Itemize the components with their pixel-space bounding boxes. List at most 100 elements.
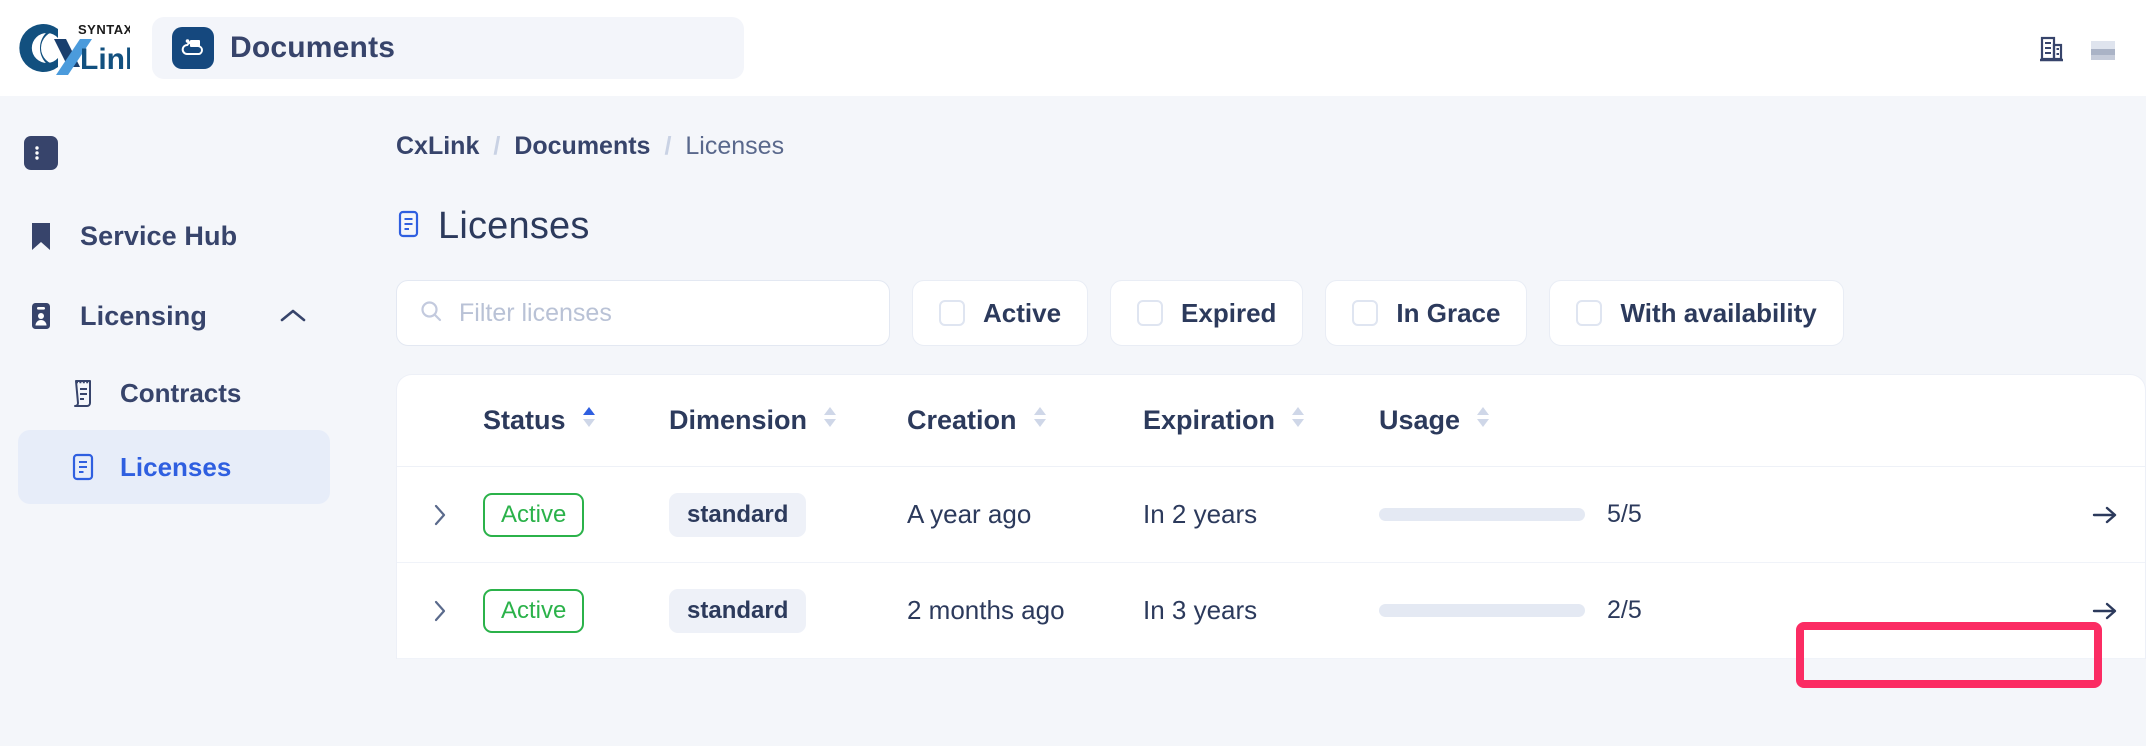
row-dimension-cell: standard (669, 493, 907, 537)
svg-text:Link: Link (80, 43, 130, 76)
table-row[interactable]: Active standard 2 months ago In 3 years (397, 563, 2145, 659)
filter-checkbox-with-availability[interactable]: With availability (1549, 280, 1843, 346)
row-status-cell: Active (483, 493, 669, 537)
table-header-label: Status (483, 405, 566, 436)
usage-value: 2/5 (1607, 596, 1642, 625)
top-bar: SYNTAX Link Documents (0, 0, 2146, 96)
table-header-creation[interactable]: Creation (907, 403, 1143, 438)
expiration-value: In 3 years (1143, 595, 1257, 625)
search-icon (419, 299, 443, 328)
table-header-label: Creation (907, 405, 1017, 436)
sidebar-item-label: Service Hub (80, 221, 237, 252)
expiration-value: In 2 years (1143, 499, 1257, 529)
svg-text:SYNTAX: SYNTAX (78, 22, 130, 37)
row-expand-toggle[interactable] (397, 500, 483, 530)
body-region: Service Hub Licensing (0, 96, 2146, 746)
contract-icon (66, 376, 100, 410)
row-expiration-cell: In 2 years (1143, 499, 1379, 530)
row-status-cell: Active (483, 589, 669, 633)
table-header-status[interactable]: Status (483, 403, 669, 438)
filter-label: Active (983, 298, 1061, 329)
sort-icon[interactable] (819, 403, 841, 438)
panel-icon[interactable] (2086, 31, 2120, 65)
search-placeholder: Filter licenses (459, 299, 612, 328)
filter-checkbox-in-grace[interactable]: In Grace (1325, 280, 1527, 346)
filter-checkbox-active[interactable]: Active (912, 280, 1088, 346)
table-header-label: Usage (1379, 405, 1460, 436)
documents-cloud-icon (172, 27, 214, 69)
menu-toggle-icon[interactable] (24, 136, 58, 170)
sidebar-item-service-hub[interactable]: Service Hub (0, 196, 330, 276)
table-header-row: Status Dimension (397, 375, 2145, 467)
checkbox-box[interactable] (1352, 300, 1378, 326)
breadcrumb-separator: / (664, 132, 671, 161)
search-input[interactable]: Filter licenses (396, 280, 890, 346)
bookmark-icon (24, 219, 58, 253)
cxlink-logo[interactable]: SYNTAX Link (0, 17, 148, 79)
arrow-right-icon[interactable] (2083, 493, 2127, 537)
licenses-table: Status Dimension (396, 374, 2146, 659)
usage-progress-bar (1379, 604, 1585, 617)
row-usage-cell: 5/5 (1379, 493, 2145, 537)
main-content: CxLink / Documents / Licenses Licenses (348, 96, 2146, 746)
app-root: SYNTAX Link Documents (0, 0, 2146, 746)
sidebar-item-licenses[interactable]: Licenses (18, 430, 330, 504)
breadcrumb-separator: / (493, 132, 500, 161)
creation-value: 2 months ago (907, 595, 1065, 625)
row-creation-cell: 2 months ago (907, 595, 1143, 626)
arrow-right-icon[interactable] (2083, 589, 2127, 633)
cxlink-logo-mark: SYNTAX Link (18, 17, 130, 79)
sidebar-item-label: Licensing (80, 301, 207, 332)
sidebar-item-licensing[interactable]: Licensing (0, 276, 330, 356)
status-badge: Active (483, 493, 584, 537)
checkbox-box[interactable] (939, 300, 965, 326)
topbar-icon-group (2034, 31, 2122, 65)
creation-value: A year ago (907, 499, 1031, 529)
filter-label: Expired (1181, 298, 1276, 329)
table-row[interactable]: Active standard A year ago In 2 years (397, 467, 2145, 563)
sidebar-toggle-row (0, 110, 348, 196)
table-header-label: Expiration (1143, 405, 1275, 436)
chevron-right-icon (429, 500, 451, 530)
chevron-up-icon[interactable] (278, 307, 308, 325)
breadcrumb: CxLink / Documents / Licenses (396, 96, 2146, 161)
chevron-right-icon (429, 596, 451, 626)
app-title: Documents (230, 31, 395, 65)
sidebar-item-label: Contracts (120, 378, 241, 409)
row-creation-cell: A year ago (907, 499, 1143, 530)
license-doc-icon (66, 450, 100, 484)
dimension-badge: standard (669, 589, 806, 633)
checkbox-box[interactable] (1137, 300, 1163, 326)
checkbox-box[interactable] (1576, 300, 1602, 326)
breadcrumb-item-licenses: Licenses (685, 132, 784, 161)
license-doc-icon (396, 208, 422, 245)
row-usage-cell: 2/5 (1379, 589, 2145, 633)
usage-progress-bar (1379, 508, 1585, 521)
sort-icon[interactable] (1472, 403, 1494, 438)
filter-checkbox-expired[interactable]: Expired (1110, 280, 1303, 346)
page-title-row: Licenses (396, 205, 2146, 248)
dimension-badge: standard (669, 493, 806, 537)
usage-value: 5/5 (1607, 500, 1642, 529)
table-header-expiration[interactable]: Expiration (1143, 403, 1379, 438)
breadcrumb-item-documents[interactable]: Documents (514, 132, 650, 161)
row-expiration-cell: In 3 years (1143, 595, 1379, 626)
building-icon[interactable] (2034, 31, 2068, 65)
row-expand-toggle[interactable] (397, 596, 483, 626)
table-header-usage[interactable]: Usage (1379, 403, 2145, 438)
page-title: Licenses (438, 205, 590, 248)
filter-bar: Filter licenses Active Expired In Grace (396, 280, 2146, 346)
sidebar: Service Hub Licensing (0, 96, 348, 746)
app-title-chip[interactable]: Documents (152, 17, 744, 79)
row-dimension-cell: standard (669, 589, 907, 633)
id-card-icon (24, 299, 58, 333)
sidebar-item-contracts[interactable]: Contracts (18, 356, 330, 430)
sort-icon[interactable] (1029, 403, 1051, 438)
sort-icon-active[interactable] (578, 403, 600, 438)
table-header-dimension[interactable]: Dimension (669, 403, 907, 438)
table-header-label: Dimension (669, 405, 807, 436)
filter-label: In Grace (1396, 298, 1500, 329)
breadcrumb-item-cxlink[interactable]: CxLink (396, 132, 479, 161)
sort-icon[interactable] (1287, 403, 1309, 438)
status-badge: Active (483, 589, 584, 633)
